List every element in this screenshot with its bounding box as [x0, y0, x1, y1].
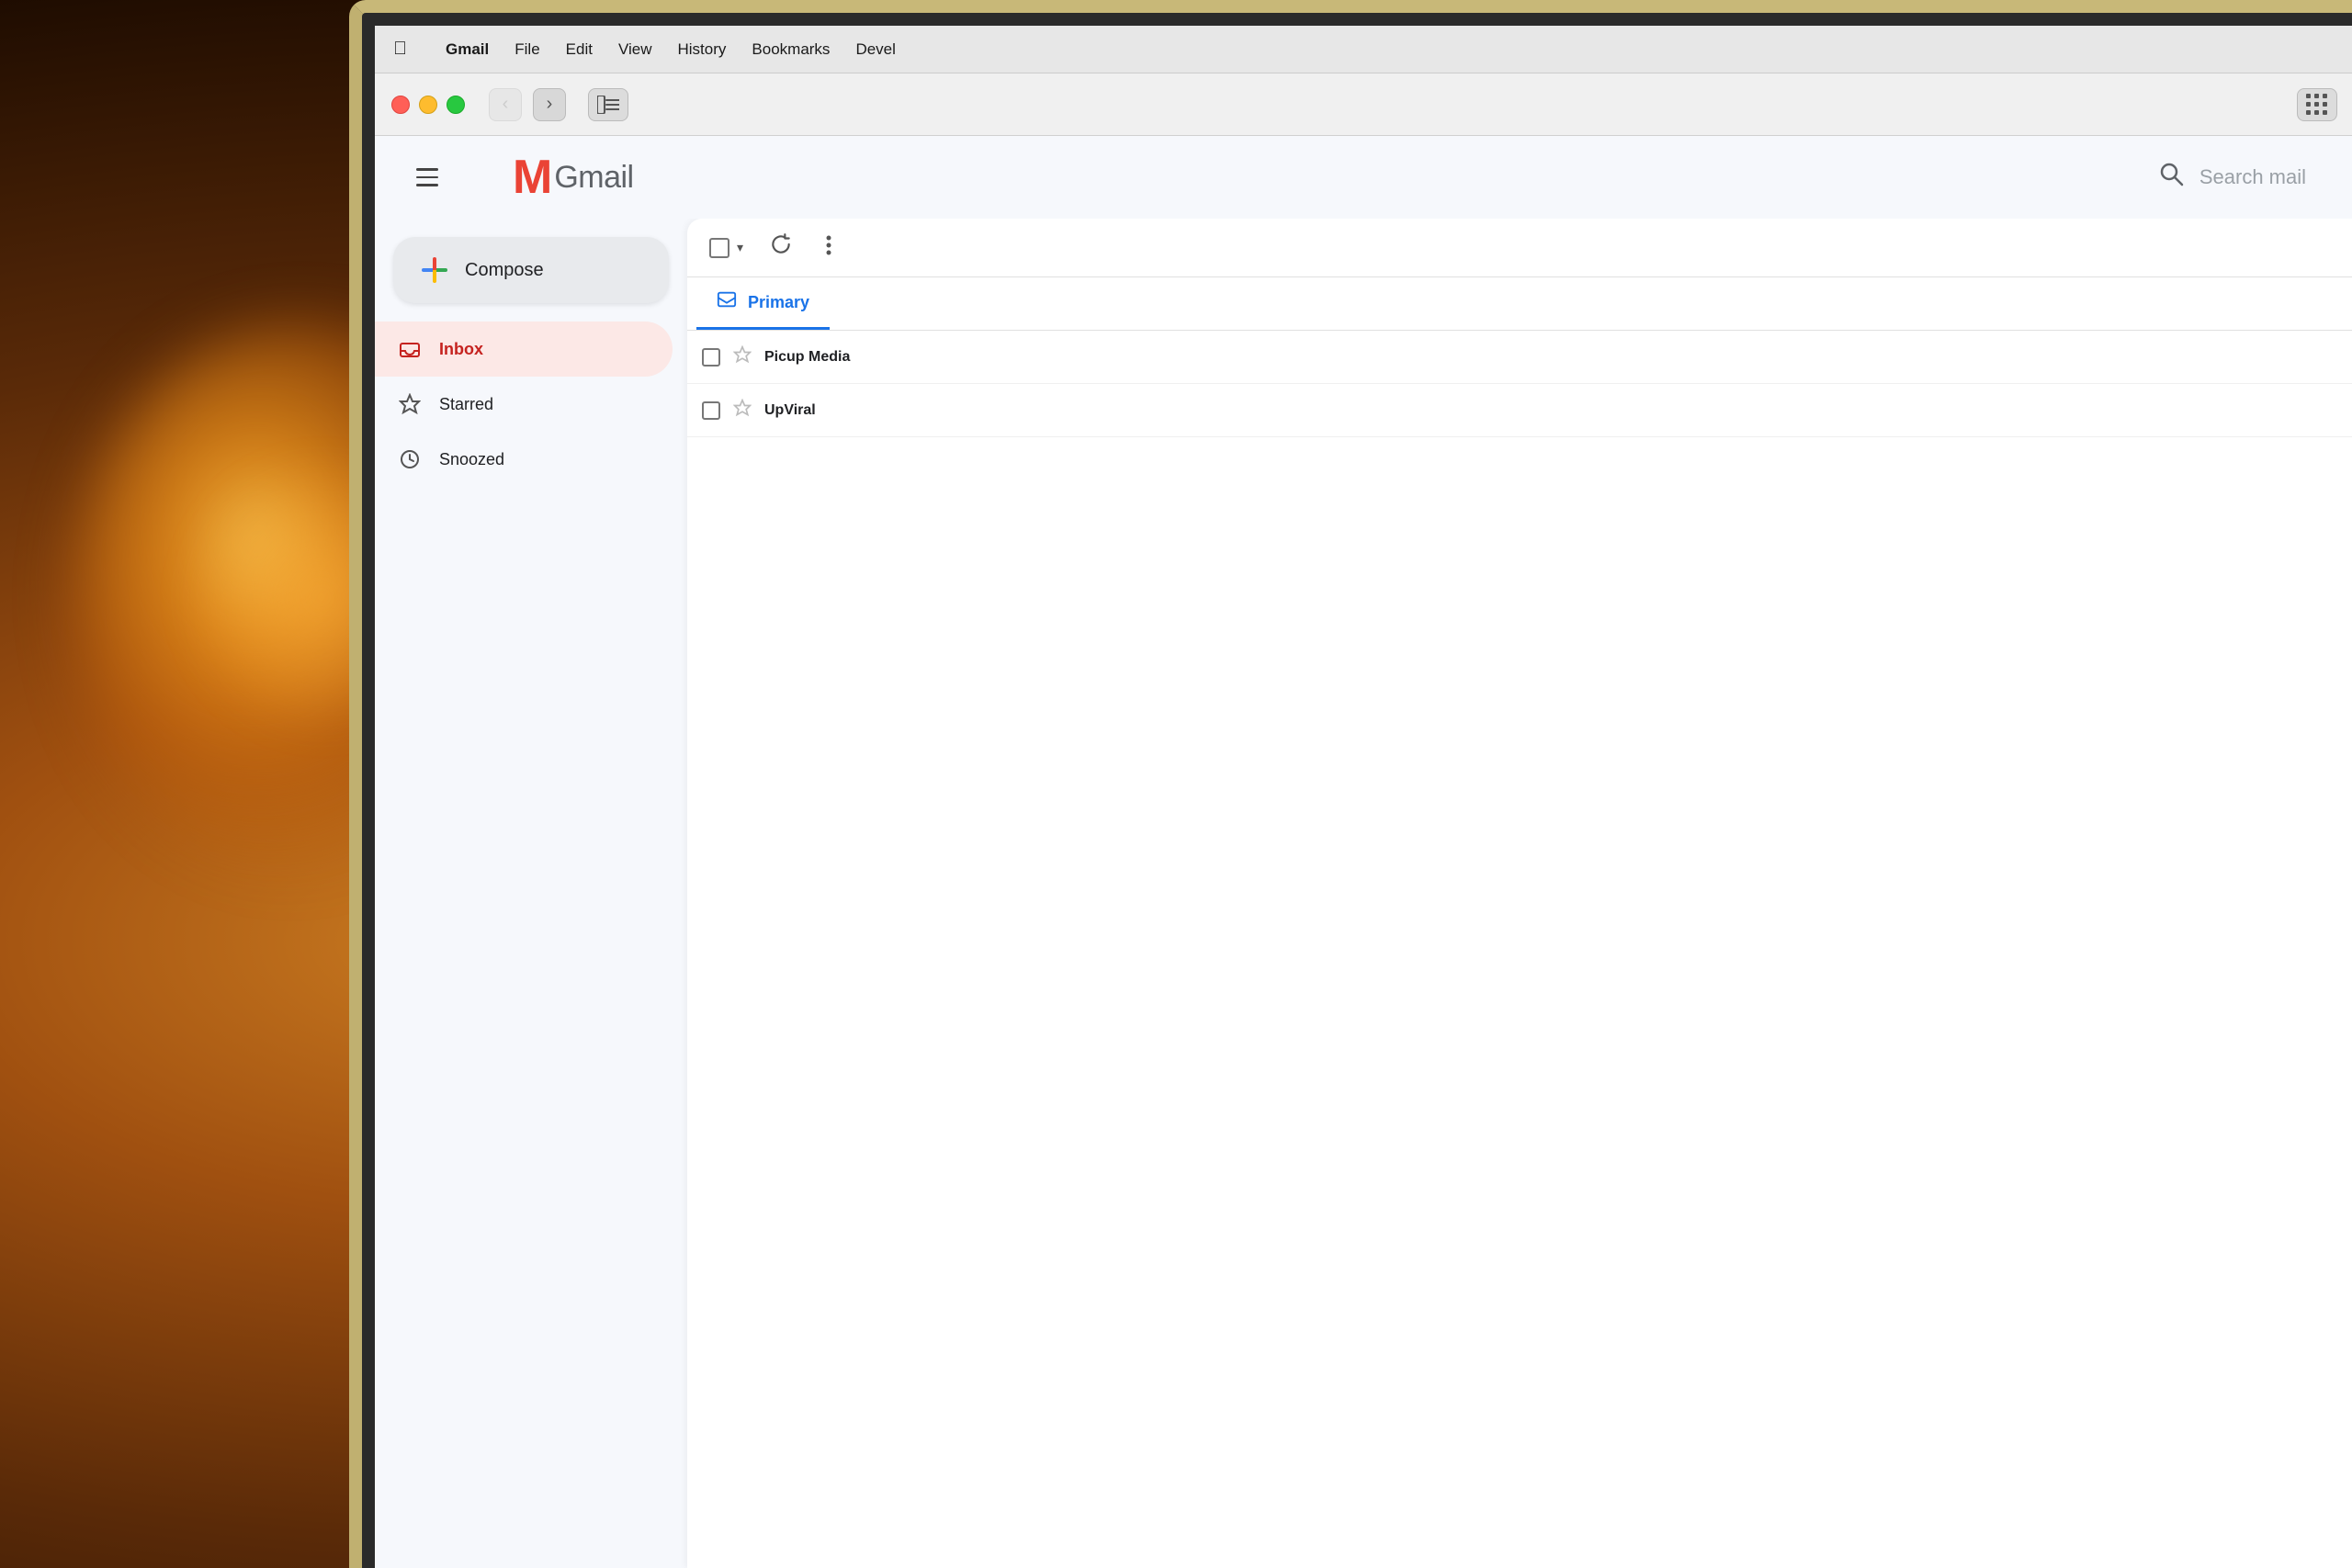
gmail-sidebar: Compose Inbox [375, 219, 687, 1568]
hamburger-line [416, 184, 438, 186]
sender-name: Picup Media [764, 349, 948, 366]
gmail-body: Compose Inbox [375, 219, 2352, 1568]
back-button[interactable]: ‹ [489, 88, 522, 121]
gmail-header: M M Gmail Search mail [375, 136, 2352, 219]
select-dropdown-arrow[interactable]: ▾ [737, 240, 743, 255]
close-button[interactable] [391, 96, 410, 114]
email-checkbox[interactable] [702, 401, 720, 420]
hamburger-line [416, 168, 438, 171]
menu-bookmarks[interactable]: Bookmarks [739, 37, 842, 62]
gmail-logo: M M Gmail [461, 153, 634, 201]
select-all-area[interactable]: ▾ [709, 238, 743, 258]
back-icon: ‹ [503, 94, 509, 115]
tab-primary-label: Primary [748, 293, 809, 312]
gmail-content: M M Gmail Search mail [375, 136, 2352, 1568]
nav-item-inbox[interactable]: Inbox [375, 321, 673, 377]
sidebar-toggle-button[interactable] [588, 88, 628, 121]
traffic-lights [391, 96, 465, 114]
email-row[interactable]: Picup Media [687, 331, 2352, 384]
menu-develop[interactable]: Devel [842, 37, 908, 62]
search-bar[interactable]: Search mail [2157, 160, 2306, 195]
sender-name: UpViral [764, 402, 948, 419]
star-button[interactable] [733, 399, 752, 423]
sidebar-toggle-icon [597, 96, 619, 114]
forward-icon: › [547, 94, 553, 115]
star-button[interactable] [733, 345, 752, 369]
email-tabs: Primary [687, 277, 2352, 331]
tab-primary-icon [717, 289, 737, 315]
search-area: Search mail [634, 160, 2324, 195]
inbox-label: Inbox [439, 340, 483, 359]
hamburger-line [416, 176, 438, 179]
apple-menu[interactable]:  [393, 39, 407, 60]
compose-label: Compose [465, 260, 544, 281]
gmail-m-icon: M [461, 159, 509, 196]
email-row[interactable]: UpViral [687, 384, 2352, 437]
email-list-area: ▾ [687, 219, 2352, 1568]
tab-primary[interactable]: Primary [696, 277, 830, 330]
more-options-button[interactable] [819, 227, 839, 269]
email-list-toolbar: ▾ [687, 219, 2352, 277]
snoozed-label: Snoozed [439, 450, 504, 469]
fullscreen-button[interactable] [447, 96, 465, 114]
minimize-button[interactable] [419, 96, 437, 114]
compose-plus-icon [421, 256, 448, 284]
starred-label: Starred [439, 395, 493, 414]
tab-switcher-button[interactable] [2297, 88, 2337, 121]
gmail-logo-m: M [513, 153, 550, 201]
search-icon [2157, 160, 2185, 195]
snoozed-icon [397, 446, 423, 472]
nav-item-starred[interactable]: Starred [375, 377, 673, 432]
menu-bar:  Gmail File Edit View History Bookmarks… [375, 26, 2352, 73]
safari-toolbar: ‹ › [375, 73, 2352, 136]
gmail-logo-text: Gmail [554, 160, 633, 196]
grid-dots-icon [2306, 94, 2328, 116]
menu-edit[interactable]: Edit [553, 37, 605, 62]
email-checkbox[interactable] [702, 348, 720, 367]
forward-button[interactable]: › [533, 88, 566, 121]
menu-view[interactable]: View [605, 37, 665, 62]
star-icon [397, 391, 423, 417]
menu-history[interactable]: History [665, 37, 740, 62]
screen:  Gmail File Edit View History Bookmarks… [375, 26, 2352, 1568]
refresh-button[interactable] [762, 225, 800, 270]
select-all-checkbox[interactable] [709, 238, 729, 258]
menu-file[interactable]: File [502, 37, 552, 62]
hamburger-menu-button[interactable] [402, 152, 452, 202]
compose-button[interactable]: Compose [393, 237, 669, 303]
laptop-frame:  Gmail File Edit View History Bookmarks… [349, 0, 2352, 1568]
menu-safari[interactable]: Gmail [433, 37, 502, 62]
nav-item-snoozed[interactable]: Snoozed [375, 432, 673, 487]
inbox-icon [397, 336, 423, 362]
search-placeholder: Search mail [2199, 165, 2306, 189]
